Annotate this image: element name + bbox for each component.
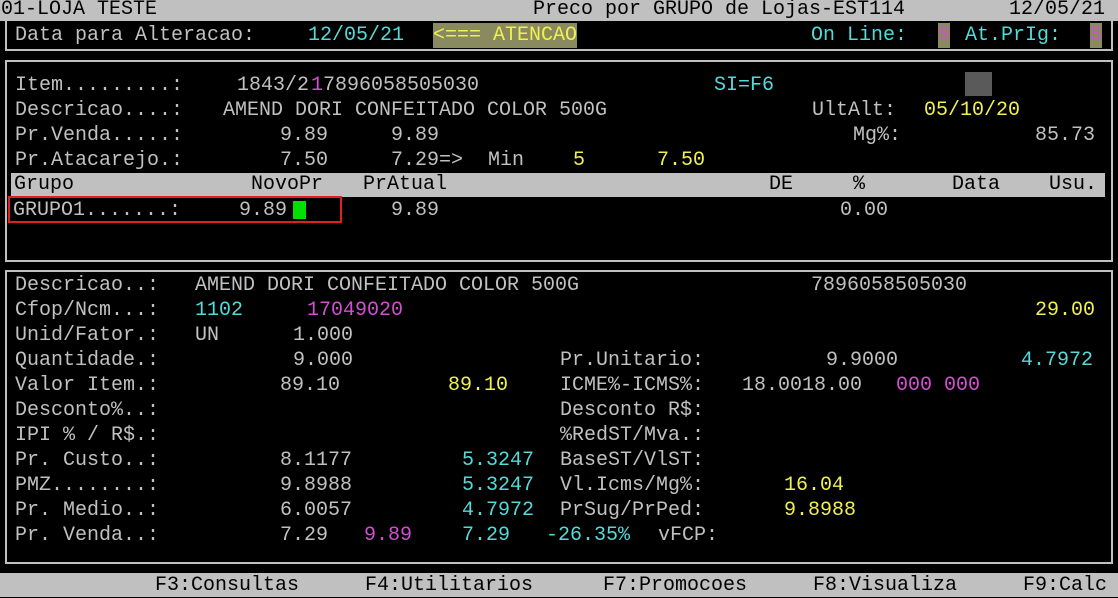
item-description: AMEND DORI CONFEITADO COLOR 500G	[223, 99, 608, 122]
attention-flag: <=== ATENCAO	[433, 23, 578, 48]
venda-value-3: 7.29	[462, 524, 511, 547]
pmz-value-2: 5.3247	[462, 474, 535, 497]
item-label: Item.........:	[15, 74, 184, 97]
cfop-right-value: 29.00	[1035, 299, 1096, 322]
custo-value: 8.1177	[280, 449, 353, 472]
desconto-pct-label: Desconto%..:	[15, 399, 160, 422]
atprig-field[interactable]: S	[1090, 23, 1103, 48]
prvenda-label: Pr.Venda.....:	[15, 124, 184, 147]
venda-label: Pr. Venda..:	[15, 524, 160, 547]
detail-desc-label: Descricao..:	[15, 274, 160, 297]
icms-extra: 000 000	[896, 374, 981, 397]
redst-label: %RedST/Mva.:	[560, 424, 705, 447]
unid-label: Unid/Fator.:	[15, 324, 160, 347]
min-qty: 5	[573, 149, 586, 172]
custo-label: Pr. Custo..:	[15, 449, 160, 472]
vlicms-label: Vl.Icms/Mg%:	[560, 474, 705, 497]
cfop-label: Cfop/Ncm...:	[15, 299, 160, 322]
f9-calc-button[interactable]: F9:Calc	[1023, 573, 1107, 598]
icms-value: 18.0018.00	[742, 374, 863, 397]
ipi-label: IPI % / R$.:	[15, 424, 160, 447]
custo-value-2: 5.3247	[462, 449, 535, 472]
atacarejo-label: Pr.Atacarejo.:	[15, 149, 184, 172]
online-field[interactable]: S	[938, 23, 951, 48]
ultalt-date: 05/10/20	[924, 99, 1021, 122]
col-novopr: NovoPr	[251, 173, 324, 196]
col-grupo: Grupo	[14, 173, 75, 196]
mg-label: Mg%:	[853, 124, 902, 147]
pmz-label: PMZ........:	[15, 474, 160, 497]
fator-value: 1.000	[293, 324, 354, 347]
f4-utilitarios-button[interactable]: F4:Utilitarios	[365, 573, 533, 598]
row-pct: 0.00	[840, 199, 889, 222]
si-flag: SI=F6	[714, 74, 775, 97]
col-usu: Usu.	[1049, 173, 1098, 196]
valor-value: 89.10	[280, 374, 341, 397]
min-label: Min	[488, 149, 525, 172]
atprig-label: At.PrIg:	[965, 24, 1062, 47]
selection-highlight	[8, 196, 342, 223]
prvenda-value: 9.89	[280, 124, 329, 147]
medio-label: Pr. Medio..:	[15, 499, 160, 522]
valor-value-2: 89.10	[448, 374, 509, 397]
ultalt-label: UltAlt:	[812, 99, 897, 122]
col-de: DE	[769, 173, 794, 196]
f8-visualiza-button[interactable]: F8:Visualiza	[813, 573, 957, 598]
title-bar: 01-LOJA TESTE Preco por GRUPO de Lojas-E…	[0, 0, 1118, 21]
col-pratual: PrAtual	[363, 173, 448, 196]
online-label: On Line:	[811, 24, 908, 47]
f3-consultas-button[interactable]: F3:Consultas	[155, 573, 299, 598]
prsug-value: 9.8988	[784, 499, 857, 522]
prsug-label: PrSug/PrPed:	[560, 499, 705, 522]
atacarejo-value-2: 7.29=>	[391, 149, 464, 172]
qtd-label: Quantidade.:	[15, 349, 160, 372]
detail-frame	[5, 270, 1113, 564]
prvenda-value-2: 9.89	[391, 124, 440, 147]
row-pratual: 9.89	[391, 199, 440, 222]
prunit-value-2: 4.7972	[1021, 349, 1094, 372]
venda-pct: -26.35%	[546, 524, 631, 547]
valor-label: Valor Item.:	[15, 374, 160, 397]
prunit-value: 9.9000	[826, 349, 899, 372]
item-ean: 7896058505030	[323, 74, 480, 97]
unid-value: UN	[195, 324, 220, 347]
date-label: Data para Alteracao:	[15, 24, 256, 47]
col-data: Data	[952, 173, 1001, 196]
atacarejo-value: 7.50	[280, 149, 329, 172]
desconto-rs-label: Desconto R$:	[560, 399, 705, 422]
col-pct: %	[853, 173, 866, 196]
medio-value-2: 4.7972	[462, 499, 535, 522]
medio-value: 6.0057	[280, 499, 353, 522]
pmz-value: 9.8988	[280, 474, 353, 497]
venda-value-2: 9.89	[364, 524, 413, 547]
f7-promocoes-button[interactable]: F7:Promocoes	[603, 573, 747, 598]
prunit-label: Pr.Unitario:	[560, 349, 705, 372]
item-code[interactable]: 1843/2	[237, 73, 309, 98]
text-cursor	[293, 201, 306, 219]
qtd-value: 9.000	[293, 349, 354, 372]
grid-header: Grupo NovoPr PrAtual DE % Data Usu.	[11, 173, 1105, 197]
status-block	[965, 72, 992, 96]
date-input[interactable]: 12/05/21	[308, 23, 404, 48]
vfcp-label: vFCP:	[658, 524, 719, 547]
detail-desc: AMEND DORI CONFEITADO COLOR 500G	[195, 274, 580, 297]
venda-value: 7.29	[280, 524, 329, 547]
ncm-value: 17049020	[307, 299, 404, 322]
desc-label: Descricao....:	[15, 99, 184, 122]
detail-ean: 7896058505030	[811, 274, 968, 297]
min-price: 7.50	[657, 149, 706, 172]
basest-label: BaseST/VlST:	[560, 449, 705, 472]
cfop-value: 1102	[195, 299, 244, 322]
icms-label: ICME%-ICMS%:	[560, 374, 705, 397]
mg-value: 85.73	[1035, 124, 1096, 147]
item-digit: 1	[311, 74, 324, 97]
vlicms-value: 16.04	[784, 474, 845, 497]
function-key-bar: F3:Consultas F4:Utilitarios F7:Promocoes…	[0, 573, 1118, 597]
